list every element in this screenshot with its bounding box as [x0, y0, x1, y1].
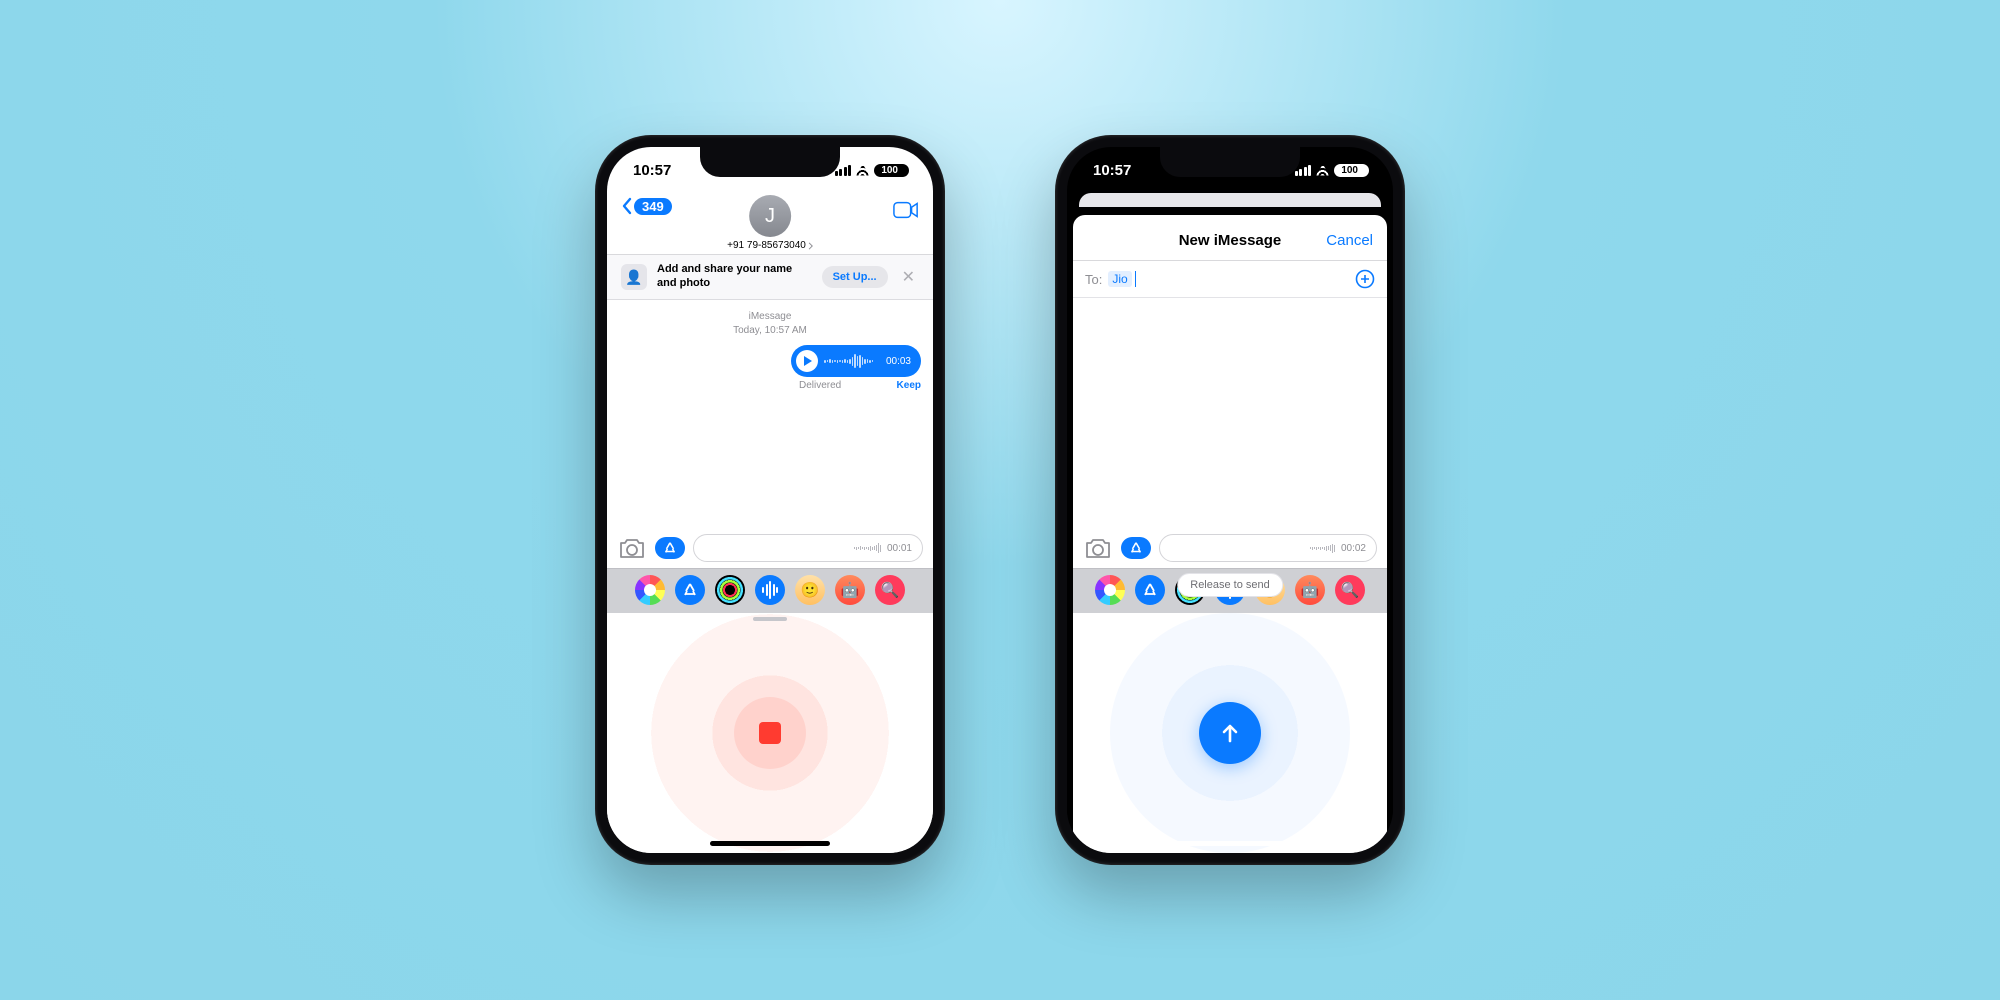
iphone-left: 10:57 100 349 J +91 79-85673040 👤 Add an… [595, 135, 945, 865]
notch [700, 147, 840, 177]
camera-button[interactable] [1083, 535, 1113, 561]
chevron-left-icon [621, 197, 632, 215]
page-title: New iMessage [1179, 232, 1282, 249]
images-app-icon[interactable]: 🔍 [1335, 575, 1365, 605]
chat-header: 349 J +91 79-85673040 [607, 193, 933, 255]
memoji-app-icon[interactable]: 🙂 [795, 575, 825, 605]
status-time: 10:57 [1093, 162, 1131, 179]
avatar: J [749, 195, 791, 237]
stop-recording-button[interactable] [734, 697, 806, 769]
new-message-header: New iMessage Cancel [1073, 221, 1387, 261]
battery-icon: 100 [874, 164, 909, 177]
status-time: 10:57 [633, 162, 671, 179]
contact-number: +91 79-85673040 [727, 240, 806, 251]
contact-button[interactable]: J +91 79-85673040 [727, 195, 813, 251]
images-app-icon[interactable]: 🔍 [875, 575, 905, 605]
compose-field[interactable]: 00:02 [1159, 534, 1377, 562]
wifi-icon [1315, 165, 1330, 176]
name-photo-banner: 👤 Add and share your name and photo Set … [607, 255, 933, 300]
message-thread[interactable] [1073, 298, 1387, 528]
send-button[interactable] [1199, 702, 1261, 764]
sheet-background [1079, 193, 1381, 207]
fitness-app-icon[interactable] [715, 575, 745, 605]
chevron-right-icon [808, 242, 813, 250]
recording-waveform-icon [1310, 542, 1335, 554]
keep-button[interactable]: Keep [897, 380, 921, 391]
delivered-label: Delivered [799, 380, 841, 391]
iphone-right: 10:57 100 New iMessage Cancel To: Jio [1055, 135, 1405, 865]
wifi-icon [855, 165, 870, 176]
camera-button[interactable] [617, 535, 647, 561]
recording-waveform-icon [854, 542, 881, 554]
arrow-up-icon [1218, 721, 1242, 745]
waveform-icon [824, 353, 880, 369]
photos-app-icon[interactable] [635, 575, 665, 605]
to-label: To: [1085, 272, 1102, 287]
home-indicator[interactable] [710, 841, 830, 846]
banner-text: Add and share your name and photo [657, 263, 812, 291]
notch [1160, 147, 1300, 177]
recording-time: 00:02 [1341, 543, 1366, 554]
compose-bar: 00:02 [1073, 528, 1387, 568]
thread-timestamp: iMessage Today, 10:57 AM [619, 310, 921, 337]
animoji-app-icon[interactable]: 🤖 [1295, 575, 1325, 605]
facetime-button[interactable] [893, 201, 919, 219]
text-cursor [1135, 271, 1137, 287]
audio-duration: 00:03 [886, 356, 911, 367]
cancel-button[interactable]: Cancel [1326, 232, 1373, 249]
release-to-send-label: Release to send [1177, 573, 1283, 597]
home-indicator[interactable] [1170, 841, 1290, 846]
app-strip[interactable]: 🙂 🤖 🔍 [607, 568, 933, 613]
recipient-chip[interactable]: Jio [1108, 271, 1131, 287]
compose-bar: 00:01 [607, 528, 933, 568]
battery-icon: 100 [1334, 164, 1369, 177]
back-button[interactable]: 349 [621, 197, 672, 215]
recording-area [607, 613, 933, 853]
drawer-handle[interactable] [753, 617, 787, 621]
appstore-app-icon[interactable] [675, 575, 705, 605]
recording-time: 00:01 [887, 543, 912, 554]
add-contact-button[interactable] [1355, 269, 1375, 289]
appstore-app-icon[interactable] [1135, 575, 1165, 605]
animoji-app-icon[interactable]: 🤖 [835, 575, 865, 605]
audio-message-app-icon[interactable] [755, 575, 785, 605]
apps-button[interactable] [655, 537, 685, 559]
to-field[interactable]: To: Jio [1073, 261, 1387, 298]
apps-button[interactable] [1121, 537, 1151, 559]
recording-area: Release to send [1073, 613, 1387, 853]
contact-card-icon: 👤 [621, 264, 647, 290]
play-icon[interactable] [796, 350, 818, 372]
audio-message-bubble[interactable]: 00:03 [791, 345, 921, 377]
message-thread[interactable]: iMessage Today, 10:57 AM 00:03 Delivered… [607, 300, 933, 528]
setup-button[interactable]: Set Up... [822, 266, 888, 288]
compose-field[interactable]: 00:01 [693, 534, 923, 562]
banner-close-button[interactable]: ✕ [898, 263, 919, 291]
photos-app-icon[interactable] [1095, 575, 1125, 605]
unread-badge: 349 [634, 198, 672, 215]
